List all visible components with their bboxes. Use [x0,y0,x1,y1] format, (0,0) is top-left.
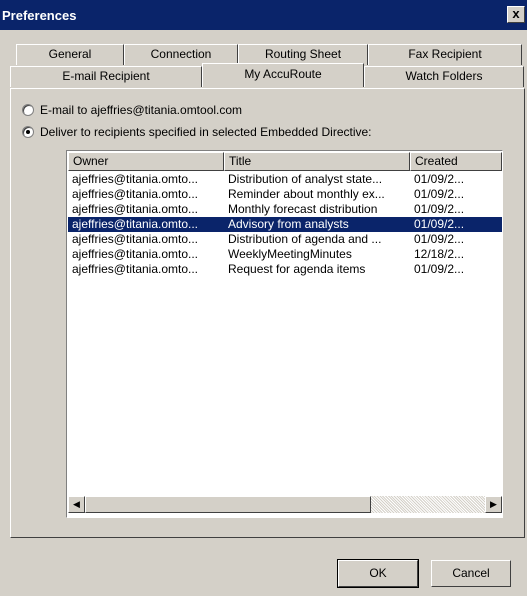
row-created-cell: 01/09/2... [414,217,465,231]
row-title-cell: Monthly forecast distribution [228,202,378,216]
table-row[interactable]: ajeffries@titania.omto... Distribution of… [68,172,502,187]
row-created-cell: 01/09/2... [414,187,465,201]
tab-connection[interactable]: Connection [124,44,238,65]
row-created-cell: 12/18/2... [414,247,465,261]
table-row[interactable]: ajeffries@titania.omto... Advisory from a… [68,217,502,232]
scroll-left-icon: ◀ [73,499,80,509]
row-title-cell: Request for agenda items [228,262,366,276]
row-created-cell: 01/09/2... [414,202,465,216]
tab-routing-sheet-label: Routing Sheet [264,47,342,61]
column-header-title[interactable]: Title [224,152,410,171]
row-title-cell: Reminder about monthly ex... [228,187,385,201]
horizontal-scrollbar[interactable]: ◀ ▶ [68,496,502,513]
table-row[interactable]: ajeffries@titania.omto... Reminder about … [68,187,502,202]
row-owner-cell: ajeffries@titania.omto... [72,262,199,276]
window-title: Preferences [2,8,77,23]
email-self-option[interactable]: E-mail to ajeffries@titania.omtool.com [22,102,242,118]
list-header: Owner Title Created [68,152,502,171]
row-created-cell: 01/09/2... [414,232,465,246]
tab-routing-sheet[interactable]: Routing Sheet [238,44,368,65]
row-title-cell: Distribution of agenda and ... [228,232,382,246]
row-created-cell: 01/09/2... [414,262,465,276]
row-owner-cell: ajeffries@titania.omto... [72,247,199,261]
ok-button[interactable]: OK [337,559,419,588]
table-row[interactable]: ajeffries@titania.omto... WeeklyMeetingMi… [68,247,502,262]
tab-connection-label: Connection [150,47,212,61]
tab-general[interactable]: General [16,44,124,65]
deliver-embedded-radio[interactable] [22,126,34,138]
row-owner-cell: ajeffries@titania.omto... [72,202,199,216]
scroll-right-icon: ▶ [490,499,497,509]
title-bar: Preferences x [0,0,527,30]
email-self-label: E-mail to ajeffries@titania.omtool.com [40,103,243,117]
tab-watch-folders-label: Watch Folders [405,69,483,83]
table-row[interactable]: ajeffries@titania.omto... Monthly forecas… [68,202,502,217]
row-title-cell: WeeklyMeetingMinutes [228,247,352,261]
deliver-embedded-option[interactable]: Deliver to recipients specified in selec… [22,124,372,140]
email-self-radio[interactable] [22,104,34,116]
row-title-cell: Advisory from analysts [228,217,349,231]
row-title-cell: Distribution of analyst state... [228,172,383,186]
table-row[interactable]: ajeffries@titania.omto... Distribution of… [68,232,502,247]
row-owner-cell: ajeffries@titania.omto... [72,232,199,246]
tab-email-recipient[interactable]: E-mail Recipient [10,66,202,87]
tab-fax-recipient-label: Fax Recipient [408,47,482,61]
tab-watch-folders[interactable]: Watch Folders [364,66,524,87]
column-header-owner[interactable]: Owner [68,152,224,171]
row-owner-cell: ajeffries@titania.omto... [72,217,199,231]
scroll-right-button[interactable]: ▶ [485,496,502,513]
embedded-directive-list[interactable]: Owner Title Created ajeffries@titania.om… [66,150,503,518]
tab-email-recipient-label: E-mail Recipient [62,69,150,83]
list-rows: ajeffries@titania.omto... Distribution of… [68,172,502,277]
scroll-thumb[interactable] [85,496,371,513]
tab-fax-recipient[interactable]: Fax Recipient [368,44,522,65]
row-owner-cell: ajeffries@titania.omto... [72,187,199,201]
tab-my-accuroute-label: My AccuRoute [244,67,322,81]
tab-general-label: General [48,47,92,61]
deliver-embedded-label: Deliver to recipients specified in selec… [40,125,372,139]
scroll-left-button[interactable]: ◀ [68,496,85,513]
close-button[interactable]: x [507,6,525,23]
preferences-dialog: Preferences x General Connection Routing… [0,0,527,596]
row-created-cell: 01/09/2... [414,172,465,186]
table-row[interactable]: ajeffries@titania.omto... Request for age… [68,262,502,277]
cancel-button[interactable]: Cancel [431,560,511,587]
column-header-created[interactable]: Created [410,152,502,171]
row-owner-cell: ajeffries@titania.omto... [72,172,199,186]
tab-my-accuroute[interactable]: My AccuRoute [202,63,364,87]
